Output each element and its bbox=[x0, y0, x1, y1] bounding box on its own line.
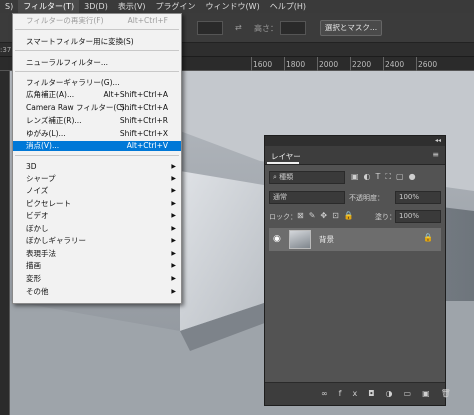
lock-options-icons[interactable]: ⊠✎✥⊡🔒 bbox=[297, 211, 359, 220]
height-field[interactable] bbox=[280, 21, 306, 35]
menu-item-pixelate[interactable]: ピクセレート ▶ bbox=[13, 199, 181, 209]
filter-row: ⌕ 種類 ▣◐T⛶▢● bbox=[265, 168, 445, 188]
lock-icon: 🔒 bbox=[423, 233, 433, 242]
menu-item-stylize[interactable]: 表現手法 ▶ bbox=[13, 249, 181, 259]
ruler-tick-line bbox=[350, 57, 351, 71]
menu-item-blur-gallery[interactable]: ぼかしギャラリー ▶ bbox=[13, 236, 181, 246]
menu-item-blur[interactable]: ぼかし ▶ bbox=[13, 224, 181, 234]
blend-row: 通常 不透明度： 100% bbox=[265, 188, 445, 208]
submenu-arrow-icon: ▶ bbox=[171, 163, 176, 170]
photoshop-window: S) フィルター(T) 3D(D) 表示(V) プラグイン ウィンドウ(W) ヘ… bbox=[0, 0, 474, 415]
panel-footer: ∞fx◘◑▭▣🗑 bbox=[265, 382, 451, 405]
menu-separator bbox=[15, 71, 179, 72]
swap-icon[interactable]: ⇄ bbox=[235, 23, 242, 32]
menu-3d[interactable]: 3D(D) bbox=[79, 0, 113, 13]
shortcut: Alt+Shift+Ctrl+A bbox=[103, 90, 168, 99]
menu-item-adaptive-wide-angle[interactable]: 広角補正(A)... Alt+Shift+Ctrl+A bbox=[13, 90, 181, 100]
menu-item-convert-smart-filters[interactable]: スマートフィルター用に変換(S) bbox=[13, 37, 181, 47]
menu-item-vanishing-point[interactable]: 消点(V)... Alt+Ctrl+V bbox=[13, 141, 181, 151]
submenu-arrow-icon: ▶ bbox=[171, 250, 176, 257]
lock-row: ロック： ⊠✎✥⊡🔒 塗り： 100% bbox=[265, 207, 445, 227]
tab-layers[interactable]: レイヤー bbox=[271, 151, 301, 162]
ruler-tick: 1600 bbox=[253, 60, 273, 69]
vertical-ruler bbox=[0, 71, 10, 415]
ruler-tick-line bbox=[251, 57, 252, 71]
panel-tab-bar: レイヤー ≡ bbox=[265, 146, 445, 165]
menu-bar: S) フィルター(T) 3D(D) 表示(V) プラグイン ウィンドウ(W) ヘ… bbox=[0, 0, 474, 13]
panel-collapse-bar[interactable]: ◂◂ bbox=[265, 136, 445, 146]
menu-item-sharpen[interactable]: シャープ ▶ bbox=[13, 174, 181, 184]
fill-label: 塗り： bbox=[375, 213, 396, 221]
menu-item-filter-gallery[interactable]: フィルターギャラリー(G)... bbox=[13, 78, 181, 88]
ruler-tick: 2000 bbox=[319, 60, 339, 69]
menu-item-lens-correction[interactable]: レンズ補正(R)... Shift+Ctrl+R bbox=[13, 116, 181, 126]
width-field[interactable] bbox=[197, 21, 223, 35]
ruler-tick: 2400 bbox=[385, 60, 405, 69]
opacity-field[interactable]: 100% bbox=[395, 191, 441, 204]
menu-separator bbox=[15, 155, 179, 156]
menu-window[interactable]: ウィンドウ(W) bbox=[201, 0, 265, 13]
menu-item-render[interactable]: 描画 ▶ bbox=[13, 261, 181, 271]
blend-mode-select[interactable]: 通常 bbox=[269, 191, 345, 204]
shortcut: Shift+Ctrl+A bbox=[119, 103, 168, 112]
ruler-tick: 1800 bbox=[286, 60, 306, 69]
layer-row-background[interactable]: ◉ 背景 🔒 bbox=[269, 228, 441, 251]
submenu-arrow-icon: ▶ bbox=[171, 212, 176, 219]
filter-kind-select[interactable]: ⌕ 種類 bbox=[269, 171, 345, 184]
ruler-tick: 2200 bbox=[352, 60, 372, 69]
menu-view[interactable]: 表示(V) bbox=[113, 0, 151, 13]
visibility-eye-icon[interactable]: ◉ bbox=[273, 234, 281, 244]
ruler-tick-line bbox=[317, 57, 318, 71]
submenu-arrow-icon: ▶ bbox=[171, 288, 176, 295]
shortcut: Shift+Ctrl+X bbox=[119, 129, 168, 138]
menu-item-noise[interactable]: ノイズ ▶ bbox=[13, 186, 181, 196]
menu-item-3d[interactable]: 3D ▶ bbox=[13, 162, 181, 172]
menu-help[interactable]: ヘルプ(H) bbox=[265, 0, 311, 13]
panel-menu-icon[interactable]: ≡ bbox=[432, 150, 439, 159]
menu-item-distort[interactable]: 変形 ▶ bbox=[13, 274, 181, 284]
menu-select[interactable]: S) bbox=[0, 0, 18, 13]
submenu-arrow-icon: ▶ bbox=[171, 200, 176, 207]
menu-separator bbox=[15, 50, 179, 51]
menu-item-neural-filters[interactable]: ニューラルフィルター... bbox=[13, 58, 181, 68]
menu-item-video[interactable]: ビデオ ▶ bbox=[13, 211, 181, 221]
submenu-arrow-icon: ▶ bbox=[171, 187, 176, 194]
menu-filter[interactable]: フィルター(T) bbox=[18, 0, 80, 13]
ruler-tick-line bbox=[284, 57, 285, 71]
submenu-arrow-icon: ▶ bbox=[171, 275, 176, 282]
select-and-mask-button[interactable]: 選択とマスク... bbox=[320, 20, 382, 36]
layer-name[interactable]: 背景 bbox=[319, 234, 334, 245]
menu-separator bbox=[15, 29, 179, 30]
submenu-arrow-icon: ▶ bbox=[171, 262, 176, 269]
document-tab-label: :37 bbox=[0, 46, 12, 54]
shortcut: Alt+Ctrl+V bbox=[126, 141, 168, 150]
menu-item-camera-raw[interactable]: Camera Raw フィルター(C)... Shift+Ctrl+A bbox=[13, 103, 181, 113]
opacity-label: 不透明度： bbox=[349, 194, 384, 202]
submenu-arrow-icon: ▶ bbox=[171, 225, 176, 232]
menu-plugins[interactable]: プラグイン bbox=[151, 0, 201, 13]
filter-type-icons[interactable]: ▣◐T⛶▢● bbox=[351, 172, 421, 182]
ruler-tick: 2600 bbox=[418, 60, 438, 69]
panel-footer-icons[interactable]: ∞fx◘◑▭▣🗑 bbox=[321, 389, 462, 398]
submenu-arrow-icon: ▶ bbox=[171, 175, 176, 182]
height-label: 高さ： bbox=[254, 24, 278, 33]
shortcut: Alt+Ctrl+F bbox=[127, 16, 168, 25]
collapse-icon[interactable]: ◂◂ bbox=[435, 137, 441, 144]
menu-item-last-filter[interactable]: フィルターの再実行(F) Alt+Ctrl+F bbox=[13, 16, 181, 26]
lock-label: ロック： bbox=[269, 213, 297, 221]
layers-panel: ◂◂ レイヤー ≡ ⌕ 種類 ▣◐T⛶▢● 通常 不透明度： 100% ロック：… bbox=[264, 135, 451, 406]
tab-underline bbox=[267, 162, 299, 164]
ruler-tick-line bbox=[383, 57, 384, 71]
filter-menu: フィルターの再実行(F) Alt+Ctrl+F スマートフィルター用に変換(S) … bbox=[12, 13, 182, 304]
menu-item-liquify[interactable]: ゆがみ(L)... Shift+Ctrl+X bbox=[13, 129, 181, 139]
ruler-tick-line bbox=[416, 57, 417, 71]
menu-item-other[interactable]: その他 ▶ bbox=[13, 287, 181, 297]
fill-field[interactable]: 100% bbox=[395, 210, 441, 223]
submenu-arrow-icon: ▶ bbox=[171, 237, 176, 244]
layer-thumbnail bbox=[289, 230, 311, 249]
shortcut: Shift+Ctrl+R bbox=[119, 116, 168, 125]
